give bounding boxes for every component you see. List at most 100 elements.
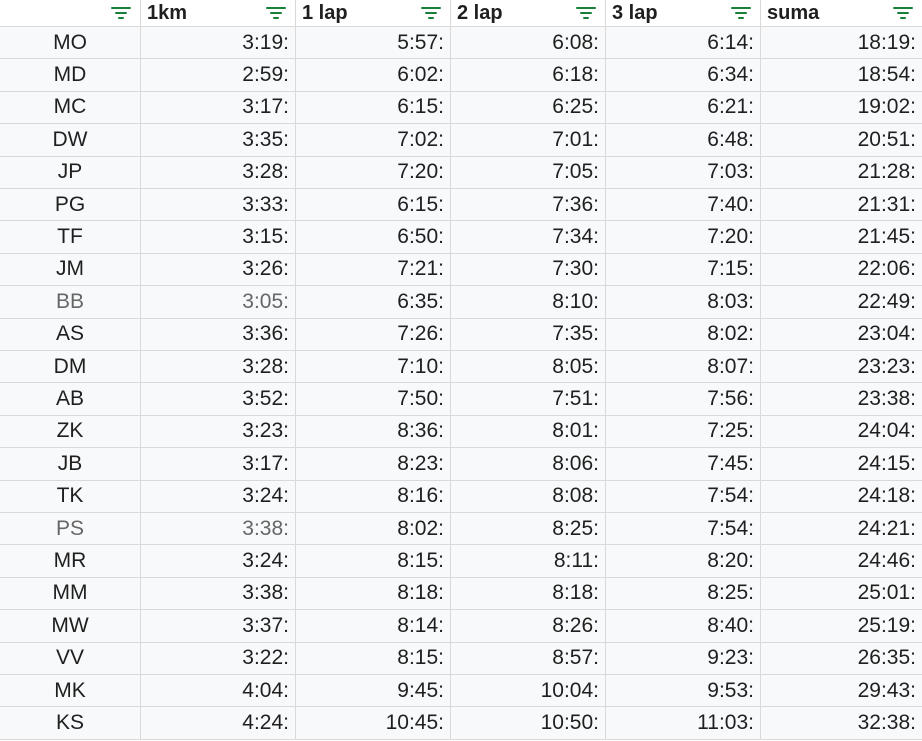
name-cell[interactable]: MD — [0, 59, 141, 92]
lap3-cell[interactable]: 7:54: — [606, 480, 761, 513]
name-cell[interactable]: PG — [0, 189, 141, 222]
lap1-cell[interactable]: 6:50: — [296, 221, 451, 254]
lap3-cell[interactable]: 7:45: — [606, 448, 761, 481]
lap2-cell[interactable]: 8:18: — [451, 577, 606, 611]
lap2-cell[interactable]: 7:01: — [451, 124, 606, 157]
suma-cell[interactable]: 24:46: — [761, 545, 922, 578]
lap1-cell[interactable]: 6:15: — [296, 189, 451, 222]
lap3-cell[interactable]: 9:53: — [606, 675, 761, 708]
name-cell[interactable]: DM — [0, 351, 141, 384]
name-cell[interactable]: MK — [0, 675, 141, 708]
lap2-cell[interactable]: 8:10: — [451, 286, 606, 319]
km1-cell[interactable]: 3:24: — [141, 545, 296, 578]
suma-cell[interactable]: 29:43: — [761, 675, 922, 708]
km1-cell[interactable]: 3:22: — [141, 642, 296, 675]
lap3-cell[interactable]: 8:02: — [606, 318, 761, 351]
suma-cell[interactable]: 19:02: — [761, 91, 922, 125]
lap1-cell[interactable]: 7:50: — [296, 383, 451, 416]
header-cell-1km[interactable]: 1km — [141, 0, 296, 27]
header-cell-suma[interactable]: suma — [761, 0, 922, 27]
lap1-cell[interactable]: 8:15: — [296, 642, 451, 675]
lap1-cell[interactable]: 10:45: — [296, 707, 451, 740]
lap3-cell[interactable]: 7:25: — [606, 415, 761, 449]
km1-cell[interactable]: 4:04: — [141, 675, 296, 708]
name-cell[interactable]: MO — [0, 27, 141, 60]
lap2-cell[interactable]: 8:01: — [451, 415, 606, 449]
lap1-cell[interactable]: 7:21: — [296, 253, 451, 287]
lap3-cell[interactable]: 8:07: — [606, 351, 761, 384]
km1-cell[interactable]: 3:19: — [141, 27, 296, 60]
suma-cell[interactable]: 32:38: — [761, 707, 922, 740]
lap3-cell[interactable]: 8:20: — [606, 545, 761, 578]
name-cell[interactable]: AS — [0, 318, 141, 351]
header-cell-3-lap[interactable]: 3 lap — [606, 0, 761, 27]
header-cell-2-lap[interactable]: 2 lap — [451, 0, 606, 27]
km1-cell[interactable]: 3:17: — [141, 91, 296, 125]
lap2-cell[interactable]: 7:30: — [451, 253, 606, 287]
suma-cell[interactable]: 20:51: — [761, 124, 922, 157]
km1-cell[interactable]: 3:38: — [141, 513, 296, 546]
name-cell[interactable]: ZK — [0, 415, 141, 449]
lap3-cell[interactable]: 7:20: — [606, 221, 761, 254]
lap1-cell[interactable]: 6:15: — [296, 91, 451, 125]
name-cell[interactable]: VV — [0, 642, 141, 675]
lap2-cell[interactable]: 6:18: — [451, 59, 606, 92]
lap2-cell[interactable]: 8:26: — [451, 610, 606, 643]
lap1-cell[interactable]: 8:36: — [296, 415, 451, 449]
lap3-cell[interactable]: 6:14: — [606, 27, 761, 60]
lap1-cell[interactable]: 8:02: — [296, 513, 451, 546]
name-cell[interactable]: AB — [0, 383, 141, 416]
lap2-cell[interactable]: 6:08: — [451, 27, 606, 60]
lap3-cell[interactable]: 8:03: — [606, 286, 761, 319]
filter-icon[interactable] — [575, 6, 597, 20]
suma-cell[interactable]: 24:21: — [761, 513, 922, 546]
name-cell[interactable]: MW — [0, 610, 141, 643]
km1-cell[interactable]: 3:36: — [141, 318, 296, 351]
lap2-cell[interactable]: 8:11: — [451, 545, 606, 578]
suma-cell[interactable]: 23:38: — [761, 383, 922, 416]
name-cell[interactable]: PS — [0, 513, 141, 546]
suma-cell[interactable]: 21:31: — [761, 189, 922, 222]
km1-cell[interactable]: 3:52: — [141, 383, 296, 416]
lap3-cell[interactable]: 7:56: — [606, 383, 761, 416]
lap2-cell[interactable]: 7:35: — [451, 318, 606, 351]
lap1-cell[interactable]: 5:57: — [296, 27, 451, 60]
lap1-cell[interactable]: 7:20: — [296, 156, 451, 189]
filter-icon[interactable] — [730, 6, 752, 20]
suma-cell[interactable]: 22:49: — [761, 286, 922, 319]
lap1-cell[interactable]: 8:16: — [296, 480, 451, 513]
name-cell[interactable]: TF — [0, 221, 141, 254]
km1-cell[interactable]: 3:28: — [141, 351, 296, 384]
filter-icon[interactable] — [110, 6, 132, 20]
lap2-cell[interactable]: 10:50: — [451, 707, 606, 740]
suma-cell[interactable]: 18:54: — [761, 59, 922, 92]
lap3-cell[interactable]: 7:40: — [606, 189, 761, 222]
suma-cell[interactable]: 23:04: — [761, 318, 922, 351]
header-cell-1-lap[interactable]: 1 lap — [296, 0, 451, 27]
lap1-cell[interactable]: 7:02: — [296, 124, 451, 157]
lap1-cell[interactable]: 8:18: — [296, 577, 451, 611]
name-cell[interactable]: DW — [0, 124, 141, 157]
suma-cell[interactable]: 21:28: — [761, 156, 922, 189]
lap2-cell[interactable]: 8:08: — [451, 480, 606, 513]
lap2-cell[interactable]: 8:57: — [451, 642, 606, 675]
km1-cell[interactable]: 3:17: — [141, 448, 296, 481]
filter-icon[interactable] — [420, 6, 442, 20]
name-cell[interactable]: MM — [0, 577, 141, 611]
suma-cell[interactable]: 21:45: — [761, 221, 922, 254]
lap2-cell[interactable]: 6:25: — [451, 91, 606, 125]
km1-cell[interactable]: 3:24: — [141, 480, 296, 513]
km1-cell[interactable]: 3:38: — [141, 577, 296, 611]
suma-cell[interactable]: 26:35: — [761, 642, 922, 675]
suma-cell[interactable]: 23:23: — [761, 351, 922, 384]
filter-icon[interactable] — [265, 6, 287, 20]
lap1-cell[interactable]: 8:15: — [296, 545, 451, 578]
name-cell[interactable]: MC — [0, 91, 141, 125]
lap2-cell[interactable]: 7:36: — [451, 189, 606, 222]
lap1-cell[interactable]: 6:35: — [296, 286, 451, 319]
suma-cell[interactable]: 18:19: — [761, 27, 922, 60]
lap2-cell[interactable]: 7:05: — [451, 156, 606, 189]
suma-cell[interactable]: 22:06: — [761, 253, 922, 287]
lap2-cell[interactable]: 8:06: — [451, 448, 606, 481]
name-cell[interactable]: TK — [0, 480, 141, 513]
